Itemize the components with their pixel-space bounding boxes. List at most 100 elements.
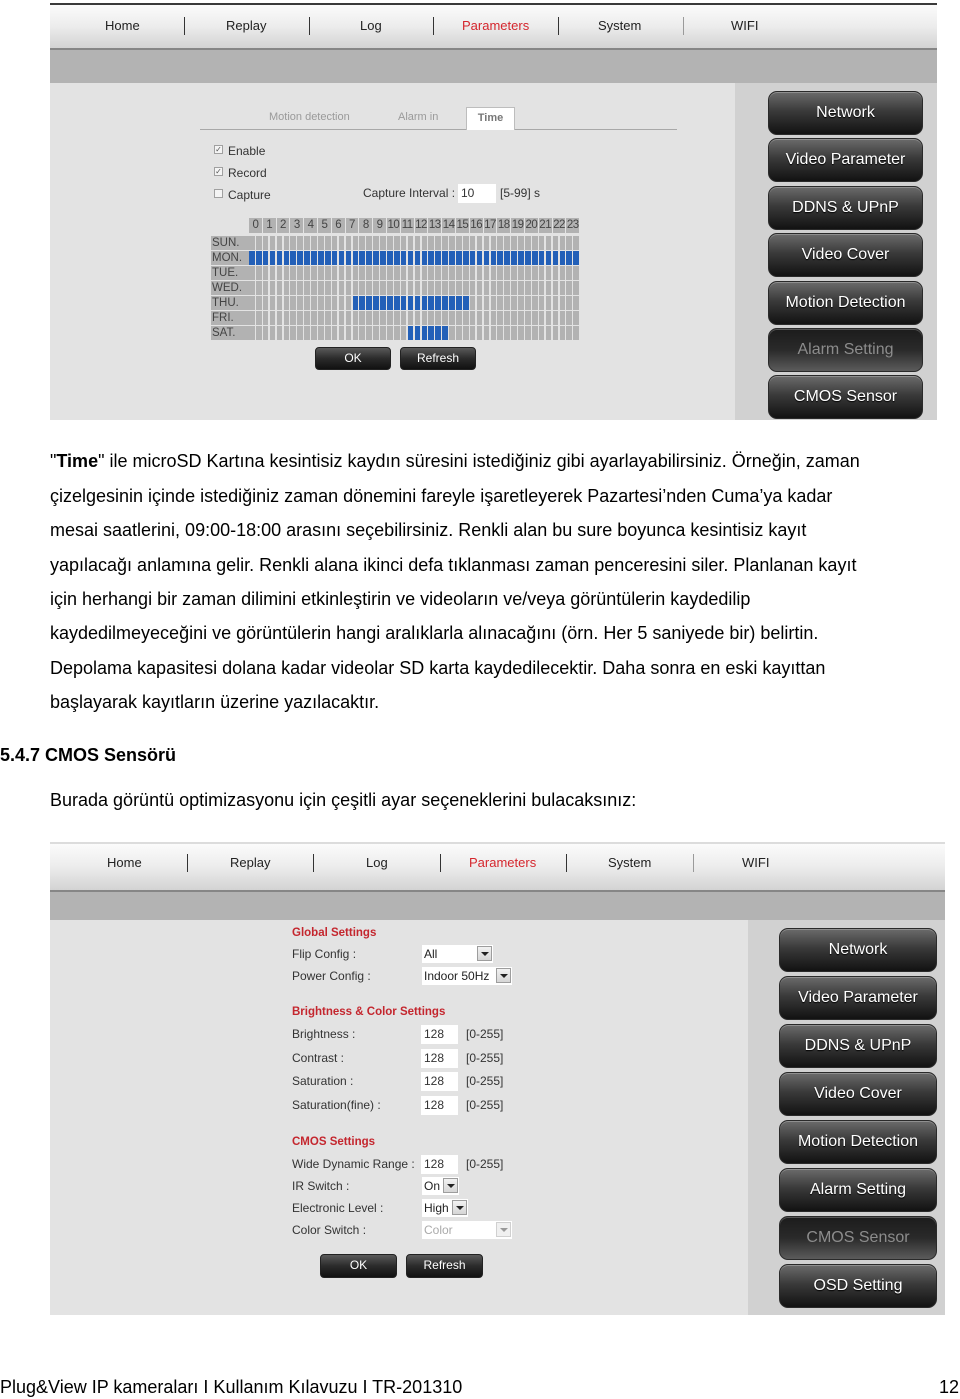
sidebar-alarm-setting-button[interactable]: Alarm Setting	[768, 328, 923, 372]
schedule-slot[interactable]	[573, 281, 579, 295]
schedule-slot[interactable]	[311, 266, 317, 280]
schedule-slot[interactable]	[249, 311, 255, 325]
schedule-slot[interactable]	[338, 236, 345, 250]
schedule-slot[interactable]	[490, 266, 497, 280]
color-switch-select[interactable]: Color	[422, 1221, 512, 1239]
schedule-slot[interactable]	[497, 311, 504, 325]
schedule-slot[interactable]	[545, 281, 552, 295]
schedule-slot[interactable]	[387, 326, 393, 340]
schedule-slot-selected[interactable]	[297, 251, 303, 265]
schedule-slot-selected[interactable]	[400, 251, 407, 265]
schedule-slot[interactable]	[456, 311, 462, 325]
schedule-slot[interactable]	[497, 326, 504, 340]
schedule-slot[interactable]	[559, 326, 566, 340]
schedule-slot[interactable]	[531, 236, 538, 250]
schedule-slot-selected[interactable]	[428, 326, 435, 340]
schedule-slot-selected[interactable]	[249, 251, 255, 265]
sidebar-ddns-upnp-button[interactable]: DDNS & UPnP	[768, 186, 923, 230]
schedule-slot-selected[interactable]	[428, 296, 435, 310]
schedule-slot[interactable]	[387, 266, 393, 280]
schedule-slot[interactable]	[352, 281, 359, 295]
schedule-slot-selected[interactable]	[469, 251, 476, 265]
schedule-slot[interactable]	[559, 236, 566, 250]
schedule-slot[interactable]	[373, 236, 379, 250]
schedule-slot[interactable]	[566, 236, 573, 250]
schedule-slot-selected[interactable]	[435, 251, 441, 265]
schedule-slot[interactable]	[345, 236, 352, 250]
schedule-slot[interactable]	[559, 281, 566, 295]
schedule-slot-selected[interactable]	[456, 296, 462, 310]
brightness-input[interactable]: 128	[421, 1025, 458, 1044]
schedule-slot[interactable]	[338, 281, 345, 295]
electronic-level-select[interactable]: High	[422, 1199, 468, 1217]
schedule-slot[interactable]	[380, 281, 386, 295]
schedule-slot[interactable]	[497, 296, 504, 310]
schedule-slot[interactable]	[304, 266, 310, 280]
schedule-slot-selected[interactable]	[518, 251, 524, 265]
schedule-slot[interactable]	[483, 311, 490, 325]
power-config-select[interactable]: Indoor 50Hz	[422, 967, 512, 985]
schedule-slot[interactable]	[304, 236, 310, 250]
schedule-slot[interactable]	[262, 281, 269, 295]
schedule-slot[interactable]	[573, 236, 579, 250]
schedule-slot[interactable]	[352, 326, 359, 340]
schedule-slot-selected[interactable]	[531, 251, 538, 265]
sidebar-video-parameter-button[interactable]: Video Parameter	[779, 976, 937, 1020]
schedule-slot[interactable]	[366, 281, 372, 295]
schedule-slot[interactable]	[283, 281, 290, 295]
schedule-slot[interactable]	[421, 266, 428, 280]
sidebar-motion-detection-button[interactable]: Motion Detection	[779, 1120, 937, 1164]
schedule-slot[interactable]	[483, 296, 490, 310]
schedule-slot[interactable]	[545, 266, 552, 280]
schedule-slot[interactable]	[428, 281, 435, 295]
schedule-slot[interactable]	[497, 266, 504, 280]
schedule-slot[interactable]	[490, 236, 497, 250]
sidebar-video-parameter-button[interactable]: Video Parameter	[768, 138, 923, 182]
schedule-slot[interactable]	[483, 236, 490, 250]
schedule-slot-selected[interactable]	[366, 296, 372, 310]
schedule-slot[interactable]	[380, 266, 386, 280]
nav-system[interactable]: System	[598, 18, 641, 33]
schedule-slot-selected[interactable]	[421, 326, 428, 340]
schedule-slot[interactable]	[318, 326, 324, 340]
schedule-slot[interactable]	[304, 311, 310, 325]
schedule-slot[interactable]	[366, 326, 372, 340]
schedule-slot[interactable]	[559, 266, 566, 280]
schedule-slot[interactable]	[552, 296, 559, 310]
schedule-slot[interactable]	[469, 326, 476, 340]
schedule-slot-selected[interactable]	[359, 251, 366, 265]
nav-system[interactable]: System	[608, 855, 651, 870]
schedule-slot[interactable]	[338, 311, 345, 325]
capture-interval-input[interactable]: 10	[458, 184, 496, 203]
schedule-slot[interactable]	[435, 266, 441, 280]
schedule-slot[interactable]	[380, 236, 386, 250]
schedule-slot[interactable]	[373, 266, 379, 280]
schedule-slot[interactable]	[538, 311, 545, 325]
schedule-slot[interactable]	[324, 236, 331, 250]
schedule-slot[interactable]	[525, 281, 531, 295]
schedule-slot[interactable]	[476, 326, 483, 340]
schedule-slot[interactable]	[318, 296, 324, 310]
schedule-slot[interactable]	[525, 326, 531, 340]
schedule-slot-selected[interactable]	[511, 251, 517, 265]
schedule-slot[interactable]	[283, 266, 290, 280]
schedule-slot[interactable]	[573, 311, 579, 325]
schedule-slot[interactable]	[352, 311, 359, 325]
schedule-slot[interactable]	[428, 311, 435, 325]
schedule-slot[interactable]	[324, 296, 331, 310]
schedule-slot[interactable]	[359, 266, 366, 280]
schedule-slot[interactable]	[262, 326, 269, 340]
sidebar-video-cover-button[interactable]: Video Cover	[768, 233, 923, 277]
schedule-slot[interactable]	[469, 311, 476, 325]
schedule-slot[interactable]	[449, 236, 455, 250]
schedule-slot[interactable]	[504, 311, 510, 325]
schedule-slot-selected[interactable]	[331, 251, 338, 265]
sidebar-network-button[interactable]: Network	[779, 928, 937, 972]
schedule-slot[interactable]	[414, 281, 421, 295]
schedule-slot[interactable]	[249, 296, 255, 310]
schedule-slot[interactable]	[414, 236, 421, 250]
schedule-slot[interactable]	[297, 311, 303, 325]
schedule-slot-selected[interactable]	[345, 251, 352, 265]
nav-wifi[interactable]: WIFI	[731, 18, 758, 33]
schedule-slot-selected[interactable]	[407, 296, 414, 310]
